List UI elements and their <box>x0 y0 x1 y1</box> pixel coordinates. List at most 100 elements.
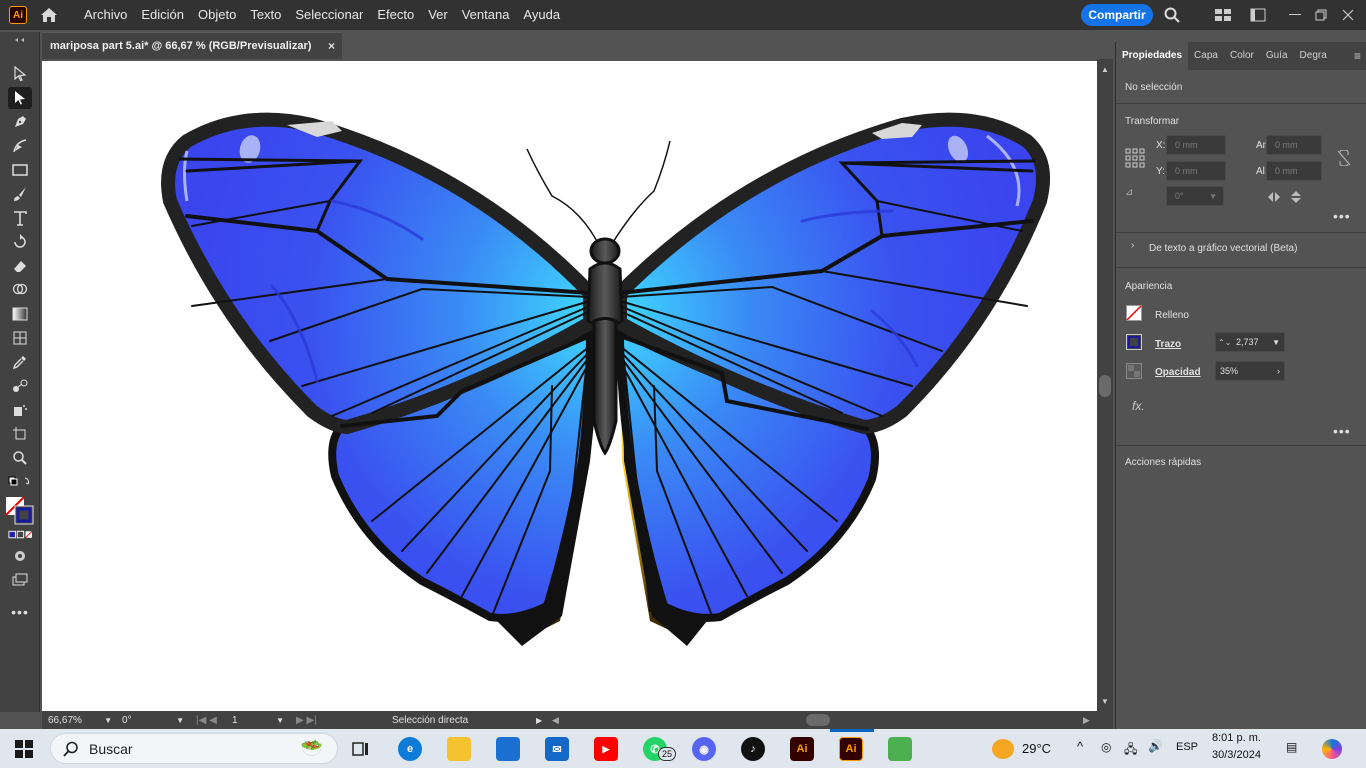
weather-temperature[interactable]: 29°C <box>1022 741 1051 756</box>
panel-toggle-icon[interactable] <box>1248 5 1268 25</box>
opacity-expand-icon[interactable]: › <box>1277 366 1280 376</box>
scroll-down-icon[interactable]: ▼ <box>1101 697 1109 706</box>
hscroll-right-icon[interactable]: ▶ <box>1083 713 1090 727</box>
gradient-tool-icon[interactable] <box>8 303 32 325</box>
fill-swatch-icon[interactable] <box>1126 305 1142 326</box>
horizontal-scroll-thumb[interactable] <box>806 714 830 726</box>
stroke-label[interactable]: Trazo <box>1155 339 1181 350</box>
menu-objeto[interactable]: Objeto <box>191 0 243 30</box>
curvature-tool-icon[interactable] <box>8 135 32 157</box>
eyedropper-tool-icon[interactable] <box>8 351 32 373</box>
file-explorer-icon[interactable] <box>447 737 471 761</box>
rectangle-tool-icon[interactable] <box>8 159 32 181</box>
youtube-icon[interactable]: ▶ <box>594 737 618 761</box>
menu-seleccionar[interactable]: Seleccionar <box>288 0 370 30</box>
tab-degradado[interactable]: Degra <box>1294 42 1333 70</box>
rotation-field[interactable]: 0° ▼ <box>122 713 184 727</box>
pen-tool-icon[interactable] <box>8 111 32 133</box>
bluestacks-icon[interactable] <box>888 737 912 761</box>
menu-archivo[interactable]: Archivo <box>77 0 134 30</box>
expand-chevron-icon[interactable]: › <box>1131 240 1134 251</box>
discord-icon[interactable]: ◉ <box>692 737 716 761</box>
canvas-area[interactable] <box>42 59 1097 711</box>
tab-capas[interactable]: Capa <box>1188 42 1224 70</box>
zoom-tool-icon[interactable] <box>8 447 32 469</box>
flip-vertical-icon[interactable] <box>1290 190 1302 209</box>
angle-dropdown-icon[interactable]: ▼ <box>1209 192 1217 201</box>
screen-mode-icon[interactable] <box>8 569 32 591</box>
vertical-scroll-thumb[interactable] <box>1099 375 1111 397</box>
notifications-icon[interactable]: ▤ <box>1286 740 1297 754</box>
rotate-tool-icon[interactable] <box>8 231 32 253</box>
status-menu-icon[interactable]: ▶ <box>536 713 542 727</box>
x-input[interactable]: 0 mm <box>1166 135 1226 155</box>
zoom-field[interactable]: 66,67% ▼ <box>48 713 112 727</box>
zoom-dropdown-icon[interactable]: ▼ <box>104 716 112 725</box>
document-tab[interactable]: mariposa part 5.ai* @ 66,67 % (RGB/Previ… <box>42 32 342 59</box>
tab-guia[interactable]: Guía <box>1260 42 1294 70</box>
minimize-icon[interactable] <box>1285 5 1305 25</box>
fill-stroke-swatches[interactable] <box>4 494 36 528</box>
direct-selection-tool-icon[interactable] <box>8 87 32 109</box>
height-input[interactable]: 0 mm <box>1266 161 1322 181</box>
artboard-tool-icon[interactable] <box>8 423 32 445</box>
vertical-scrollbar[interactable]: ▲ ▼ <box>1097 59 1113 711</box>
illustrator-active-taskbar-icon[interactable]: Ai <box>839 737 863 761</box>
location-icon[interactable]: ◎ <box>1101 740 1111 754</box>
flip-horizontal-icon[interactable] <box>1267 190 1281 208</box>
butterfly-illustration[interactable] <box>42 61 1097 711</box>
color-mode-icons[interactable] <box>8 529 32 541</box>
mail-icon[interactable]: ✉ <box>545 737 569 761</box>
edge-browser-icon[interactable]: e <box>398 737 422 761</box>
eraser-tool-icon[interactable] <box>8 255 32 277</box>
share-button[interactable]: Compartir <box>1081 4 1153 26</box>
artboard-nav-prev-icon[interactable]: |◀ ◀ <box>196 713 217 727</box>
stroke-weight-input[interactable]: ⌃⌄ 2,737 ▼ <box>1215 332 1285 352</box>
panel-menu-icon[interactable]: ≡ <box>1354 49 1361 63</box>
transform-more-options-icon[interactable]: ••• <box>1333 208 1351 224</box>
more-tools-icon[interactable]: ••• <box>8 601 32 623</box>
workspace-icon[interactable] <box>1213 5 1233 25</box>
type-tool-icon[interactable] <box>8 207 32 229</box>
close-icon[interactable] <box>1338 5 1358 25</box>
text-to-vector-label[interactable]: De texto a gráfico vectorial (Beta) <box>1149 243 1297 254</box>
mesh-tool-icon[interactable] <box>8 327 32 349</box>
constrain-proportions-icon[interactable] <box>1337 149 1351 171</box>
symbol-sprayer-tool-icon[interactable] <box>8 399 32 421</box>
default-colors-icon[interactable] <box>8 475 32 491</box>
tab-propiedades[interactable]: Propiedades <box>1116 42 1189 70</box>
opacity-label[interactable]: Opacidad <box>1155 367 1201 378</box>
home-icon[interactable] <box>37 3 61 27</box>
menu-ver[interactable]: Ver <box>421 0 455 30</box>
selection-tool-icon[interactable] <box>8 63 32 85</box>
language-indicator[interactable]: ESP <box>1176 741 1198 753</box>
menu-efecto[interactable]: Efecto <box>370 0 421 30</box>
artboard-nav-next-icon[interactable]: ▶ ▶| <box>296 713 317 727</box>
shape-builder-tool-icon[interactable] <box>8 279 32 301</box>
menu-texto[interactable]: Texto <box>243 0 288 30</box>
artboard-number-field[interactable]: 1 ▼ <box>232 713 284 727</box>
close-tab-icon[interactable]: × <box>328 39 335 53</box>
menu-ventana[interactable]: Ventana <box>455 0 517 30</box>
restore-icon[interactable] <box>1311 5 1331 25</box>
stroke-swatch-icon[interactable] <box>1126 334 1142 355</box>
taskbar-search[interactable]: Buscar 🥗 <box>50 733 338 764</box>
width-input[interactable]: 0 mm <box>1266 135 1322 155</box>
clock-time[interactable]: 8:01 p. m. <box>1212 732 1261 744</box>
draw-mode-icon[interactable] <box>8 545 32 567</box>
menu-edicion[interactable]: Edición <box>134 0 191 30</box>
windows-start-icon[interactable] <box>15 740 33 763</box>
blend-tool-icon[interactable] <box>8 375 32 397</box>
clock-date[interactable]: 30/3/2024 <box>1212 749 1261 761</box>
tab-color[interactable]: Color <box>1224 42 1260 70</box>
menu-ayuda[interactable]: Ayuda <box>516 0 567 30</box>
search-icon[interactable] <box>1162 5 1182 25</box>
hscroll-left-icon[interactable]: ◀ <box>552 713 559 727</box>
reference-point-icon[interactable] <box>1125 148 1145 173</box>
toolbar-collapse-icon[interactable] <box>8 35 32 45</box>
stroke-dropdown-icon[interactable]: ▼ <box>1272 338 1280 347</box>
brush-tool-icon[interactable] <box>8 183 32 205</box>
opacity-input[interactable]: 35% › <box>1215 361 1285 381</box>
illustrator-taskbar-icon[interactable]: Ai <box>790 737 814 761</box>
rotation-dropdown-icon[interactable]: ▼ <box>176 716 184 725</box>
